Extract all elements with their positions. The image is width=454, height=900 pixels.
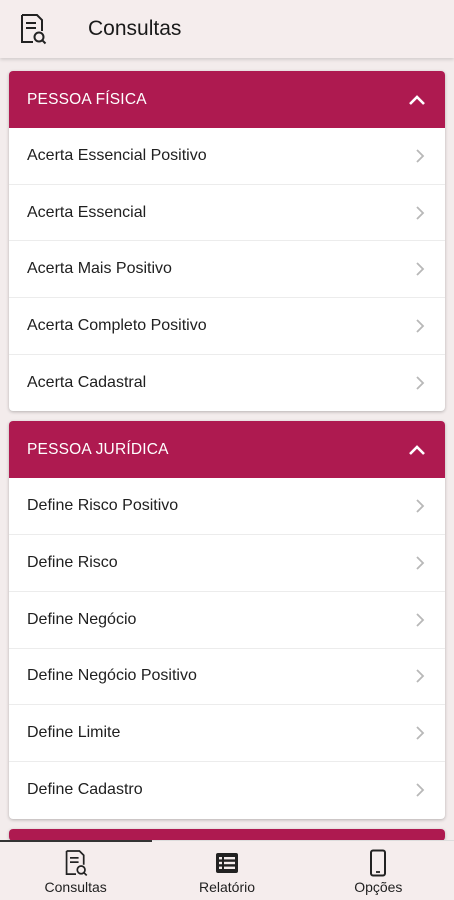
chevron-right-icon <box>413 374 427 392</box>
list-item[interactable]: Acerta Essencial Positivo <box>9 128 445 185</box>
list-item[interactable]: Define Risco <box>9 535 445 592</box>
document-search-icon <box>18 12 48 46</box>
list-item-label: Define Risco <box>27 553 118 571</box>
list-item[interactable]: Acerta Essencial <box>9 185 445 242</box>
list-item[interactable]: Define Negócio <box>9 592 445 649</box>
list-item[interactable]: Acerta Completo Positivo <box>9 298 445 355</box>
list-item[interactable]: Define Risco Positivo <box>9 478 445 536</box>
list-item-label: Acerta Essencial <box>27 203 147 221</box>
nav-label: Consultas <box>44 879 107 895</box>
nav-label: Relatório <box>198 879 255 895</box>
section-pessoa-fisica: PESSOA FÍSICA Acerta Essencial Positivo … <box>9 71 445 412</box>
chevron-right-icon <box>413 724 427 742</box>
list-item-label: Acerta Cadastral <box>27 374 147 392</box>
page-title: Consultas <box>88 17 182 40</box>
section-next-partial <box>9 828 445 840</box>
chevron-right-icon <box>413 497 427 515</box>
list-item[interactable]: Define Cadastro <box>9 762 445 819</box>
document-search-icon <box>64 849 88 877</box>
nav-item-opcoes[interactable]: Opções <box>303 841 454 900</box>
chevron-right-icon <box>413 204 427 222</box>
smartphone-icon <box>369 849 387 877</box>
chevron-right-icon <box>413 317 427 335</box>
chevron-right-icon <box>413 667 427 685</box>
active-tab-indicator <box>0 840 152 842</box>
list-item[interactable]: Define Limite <box>9 705 445 762</box>
list-item-label: Define Negócio <box>27 610 137 628</box>
bottom-navigation: Consultas Relatório Opções <box>0 840 454 900</box>
section-pessoa-juridica: PESSOA JURÍDICA Define Risco Positivo De… <box>9 421 445 819</box>
chevron-up-icon[interactable] <box>407 90 427 110</box>
consultas-list: PESSOA FÍSICA Acerta Essencial Positivo … <box>0 58 454 840</box>
chevron-right-icon <box>413 554 427 572</box>
list-item-label: Acerta Essencial Positivo <box>27 146 207 164</box>
list-item[interactable]: Acerta Mais Positivo <box>9 241 445 299</box>
list-item-label: Define Limite <box>27 724 121 742</box>
nav-item-consultas[interactable]: Consultas <box>0 841 151 900</box>
chevron-right-icon <box>413 260 427 278</box>
nav-label: Opções <box>354 879 403 895</box>
section-header-pessoa-fisica[interactable]: PESSOA FÍSICA <box>9 71 445 128</box>
chevron-right-icon <box>413 611 427 629</box>
list-item-label: Acerta Mais Positivo <box>27 260 172 278</box>
list-item-label: Define Cadastro <box>27 781 143 799</box>
section-header-pessoa-juridica[interactable]: PESSOA JURÍDICA <box>9 421 445 479</box>
section-title: PESSOA JURÍDICA <box>27 440 169 458</box>
list-item-label: Define Negócio Positivo <box>27 667 197 685</box>
chevron-up-icon[interactable] <box>407 440 427 460</box>
chevron-right-icon <box>413 147 427 165</box>
list-item[interactable]: Define Negócio Positivo <box>9 649 445 706</box>
list-icon <box>215 849 239 877</box>
list-item[interactable]: Acerta Cadastral <box>9 355 445 412</box>
nav-item-relatorio[interactable]: Relatório <box>151 841 302 900</box>
list-item-label: Acerta Completo Positivo <box>27 316 207 334</box>
section-header-partial[interactable] <box>9 828 445 840</box>
list-item-label: Define Risco Positivo <box>27 497 179 515</box>
app-bar: Consultas <box>0 0 454 58</box>
section-title: PESSOA FÍSICA <box>27 90 147 108</box>
chevron-right-icon <box>413 781 427 799</box>
